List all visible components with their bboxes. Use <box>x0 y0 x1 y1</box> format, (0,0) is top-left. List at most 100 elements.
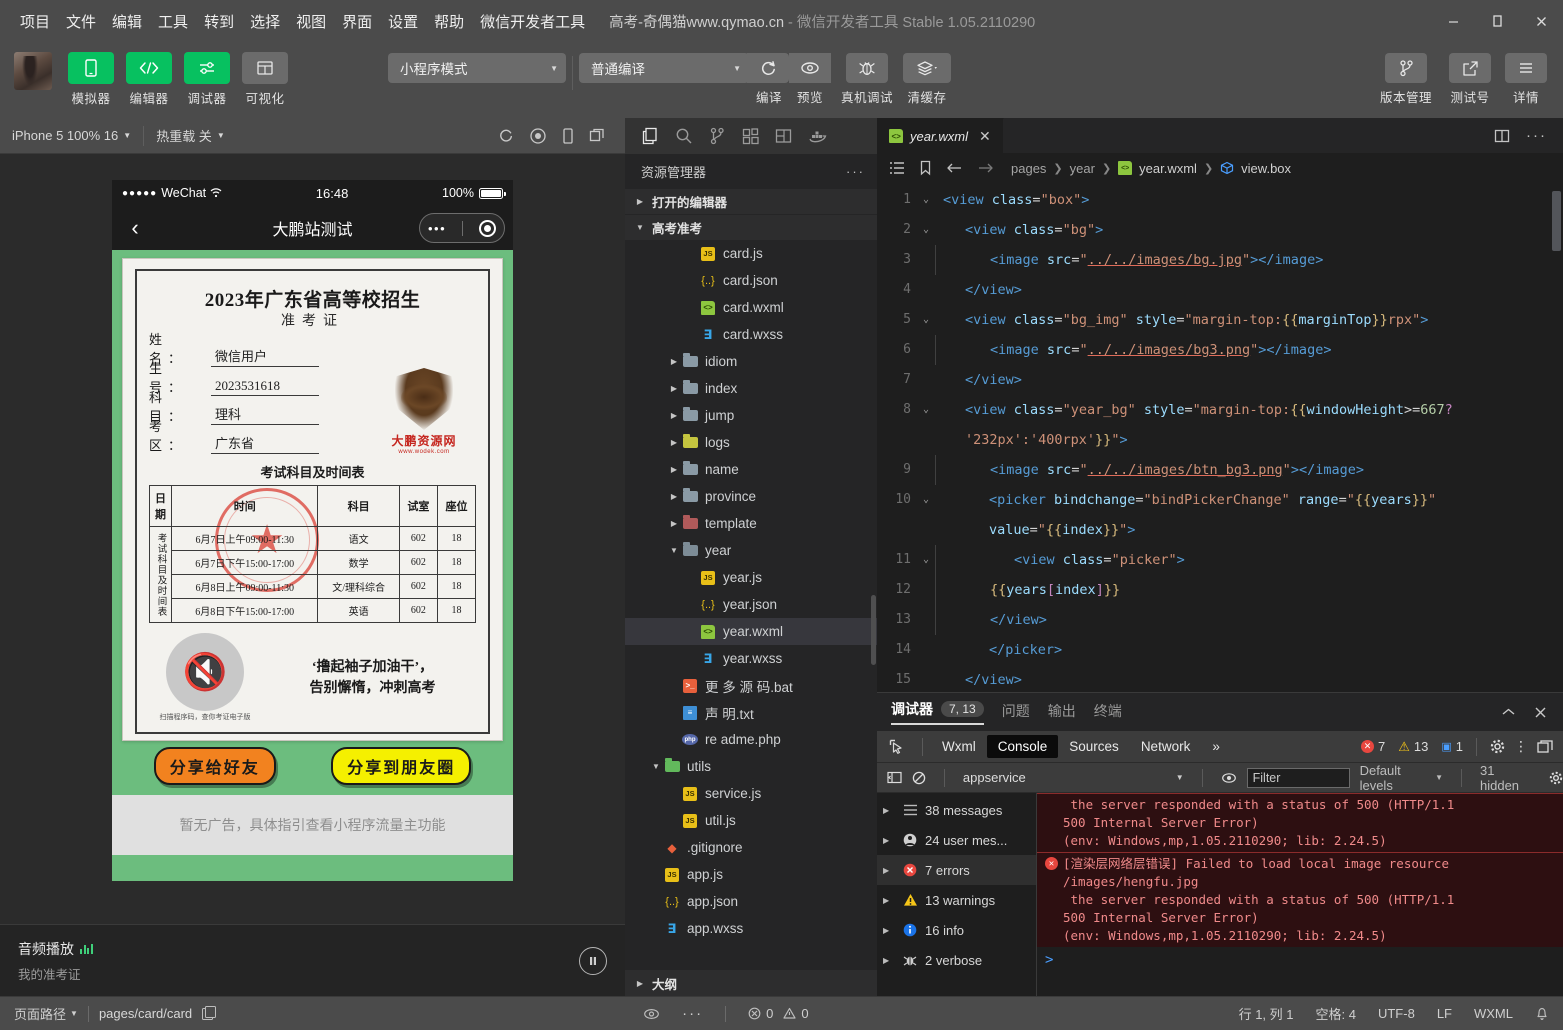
breadcrumb-year[interactable]: year <box>1070 161 1095 176</box>
cursor-position[interactable]: 行 1, 列 1 <box>1239 1004 1294 1023</box>
devtools-tab-sources[interactable]: Sources <box>1058 735 1130 758</box>
hotreload-select[interactable]: 热重载 关 ▼ <box>144 118 237 154</box>
console-context-select[interactable]: appservice <box>963 770 1026 785</box>
rotate-icon[interactable] <box>561 127 575 145</box>
capsule-menu[interactable]: ••• <box>419 213 505 243</box>
toolbar-version[interactable]: 版本管理 <box>1373 46 1439 106</box>
menu-item-goto[interactable]: 转到 <box>196 7 242 36</box>
breadcrumb-file[interactable]: year.wxml <box>1139 161 1197 176</box>
pause-icon[interactable] <box>579 947 607 975</box>
chevron-down-icon[interactable]: ▼ <box>649 762 663 771</box>
tree-item[interactable]: <>year.wxml <box>625 618 877 645</box>
console-output[interactable]: the server responded with a status of 50… <box>1037 793 1563 996</box>
more-actions-icon[interactable]: ··· <box>1526 131 1547 141</box>
settings-icon[interactable] <box>1549 771 1563 785</box>
compile-select[interactable]: 普通编译 ▼ <box>579 53 749 83</box>
source-control-icon[interactable] <box>709 127 726 145</box>
console-levels-select[interactable]: Default levels ▼ <box>1360 763 1443 793</box>
status-warning-count[interactable]: 0 <box>783 1006 808 1021</box>
chevron-right-icon[interactable]: ▶ <box>883 896 895 905</box>
settings-icon[interactable] <box>1490 739 1505 754</box>
eye-icon[interactable] <box>789 53 831 83</box>
chevron-right-icon[interactable]: ▶ <box>667 438 681 447</box>
console-error-entry[interactable]: ✕[渲染层网络层错误] Failed to load local image r… <box>1037 852 1563 947</box>
console-group-info[interactable]: ▶16 info <box>877 915 1036 945</box>
files-icon[interactable] <box>641 127 659 145</box>
bell-icon[interactable] <box>1535 1006 1549 1021</box>
layout-icon[interactable] <box>775 128 792 144</box>
chevron-right-icon[interactable]: ▶ <box>667 465 681 474</box>
sidebar-icon[interactable] <box>887 771 902 784</box>
tree-item[interactable]: phpre adme.php <box>625 726 877 753</box>
branch-icon[interactable] <box>1385 53 1427 83</box>
tree-item[interactable]: ∃app.wxss <box>625 915 877 942</box>
error-count[interactable]: ✕ 7 <box>1361 739 1385 754</box>
back-arrow-icon[interactable] <box>946 161 963 175</box>
tab-year-wxml[interactable]: <> year.wxml ✕ <box>877 118 1004 153</box>
section-open-editors[interactable]: ▶ 打开的编辑器 <box>625 188 877 214</box>
language-mode[interactable]: WXML <box>1474 1006 1513 1021</box>
tree-item[interactable]: {..}app.json <box>625 888 877 915</box>
tree-item[interactable]: >_更 多 源 码.bat <box>625 672 877 699</box>
tree-item[interactable]: ∃card.wxss <box>625 321 877 348</box>
tree-item[interactable]: ◆.gitignore <box>625 834 877 861</box>
console-prompt[interactable]: > <box>1037 947 1563 973</box>
tree-item[interactable]: JScard.js <box>625 240 877 267</box>
toolbar-editor[interactable]: 编辑器 <box>120 46 178 107</box>
breadcrumb-symbol[interactable]: view.box <box>1241 161 1291 176</box>
toolbar-compile[interactable]: 编译 <box>749 46 789 106</box>
tree-item[interactable]: JSapp.js <box>625 861 877 888</box>
chevron-right-icon[interactable]: ▶ <box>883 956 895 965</box>
toolbar-testid[interactable]: 测试号 <box>1439 46 1501 106</box>
refresh-icon[interactable] <box>747 53 789 83</box>
tab-debugger[interactable]: 调试器 7, 13 <box>891 699 984 725</box>
tree-item[interactable]: ▶template <box>625 510 877 537</box>
forward-arrow-icon[interactable] <box>977 161 994 175</box>
tree-item[interactable]: ▶jump <box>625 402 877 429</box>
tree-item[interactable]: JSyear.js <box>625 564 877 591</box>
fold-chevron-icon[interactable]: ⌄ <box>917 305 935 335</box>
tree-item[interactable]: ▶logs <box>625 429 877 456</box>
breadcrumb-pages[interactable]: pages <box>1011 161 1046 176</box>
tree-item[interactable]: <>card.wxml <box>625 294 877 321</box>
tree-item[interactable]: ▶index <box>625 375 877 402</box>
menu-item-project[interactable]: 项目 <box>12 7 58 36</box>
chevron-right-icon[interactable]: ▶ <box>883 866 895 875</box>
menu-icon[interactable] <box>1505 53 1547 83</box>
close-button[interactable] <box>1519 0 1563 42</box>
target-icon[interactable] <box>479 220 496 237</box>
fold-chevron-icon[interactable]: ⌄ <box>917 485 935 515</box>
page-path-select[interactable]: 页面路径 ▼ <box>14 1004 78 1023</box>
tree-item[interactable]: {..}card.json <box>625 267 877 294</box>
tree-item[interactable]: ∃year.wxss <box>625 645 877 672</box>
chevron-down-icon[interactable]: ▼ <box>1176 773 1184 782</box>
tree-item[interactable]: JSservice.js <box>625 780 877 807</box>
tree-item[interactable]: ▶name <box>625 456 877 483</box>
more-dots-icon[interactable]: ••• <box>428 222 446 235</box>
console-error-entry[interactable]: the server responded with a status of 50… <box>1037 793 1563 852</box>
menu-item-edit[interactable]: 编辑 <box>104 7 150 36</box>
device-select[interactable]: iPhone 5 100% 16 ▼ <box>0 118 143 154</box>
console-group-warning[interactable]: ▶13 warnings <box>877 885 1036 915</box>
menu-item-view[interactable]: 视图 <box>288 7 334 36</box>
toolbar-realdevice[interactable]: 真机调试 <box>841 46 893 106</box>
toolbar-simulator[interactable]: 模拟器 <box>62 46 120 107</box>
console-group-error[interactable]: ▶7 errors <box>877 855 1036 885</box>
tree-item[interactable]: {..}year.json <box>625 591 877 618</box>
search-icon[interactable] <box>675 127 693 145</box>
tree-item[interactable]: ▶province <box>625 483 877 510</box>
tab-terminal[interactable]: 终端 <box>1094 701 1122 723</box>
tree-scrollbar[interactable] <box>871 595 876 665</box>
debugger-icon[interactable] <box>184 52 230 84</box>
maximize-button[interactable] <box>1475 0 1519 42</box>
back-button[interactable]: ‹ <box>120 217 150 239</box>
message-count[interactable]: ▣ 1 <box>1441 739 1463 754</box>
eye-icon[interactable] <box>1221 772 1237 784</box>
clear-console-icon[interactable] <box>912 771 926 785</box>
share-to-moments-button[interactable]: 分享到朋友圈 <box>331 747 471 785</box>
dock-icon[interactable] <box>1537 740 1553 754</box>
close-icon[interactable]: ✕ <box>979 128 991 145</box>
fold-chevron-icon[interactable]: ⌄ <box>917 215 935 245</box>
editor-scrollbar[interactable] <box>1552 191 1561 251</box>
tree-item[interactable]: ▼utils <box>625 753 877 780</box>
